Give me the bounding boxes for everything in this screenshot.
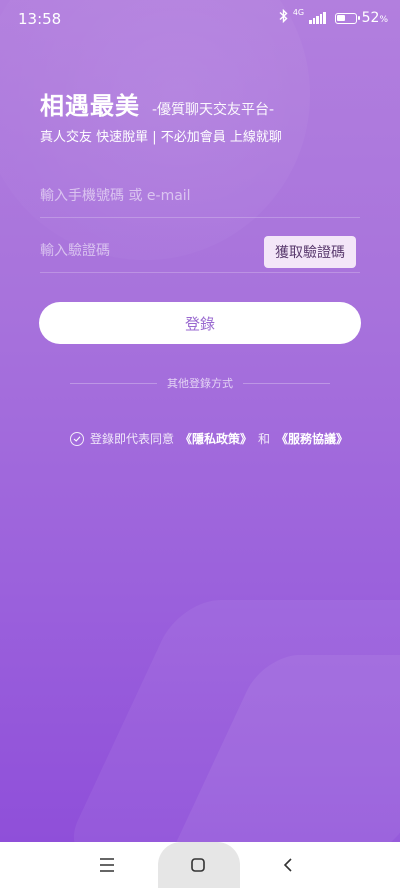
navigation-bar bbox=[0, 842, 400, 888]
login-screen: 13:58 4G 52% 相遇最美 -優質聊天交友平台- 真人交友 快速脫單 |… bbox=[0, 0, 400, 842]
divider-line bbox=[70, 382, 157, 384]
battery-fill bbox=[337, 15, 346, 21]
battery-icon bbox=[334, 12, 360, 24]
status-time: 13:58 bbox=[18, 10, 62, 28]
phone-email-field bbox=[40, 174, 360, 218]
other-login-divider: 其他登錄方式 bbox=[70, 375, 330, 391]
app-title: 相遇最美 bbox=[40, 92, 140, 120]
status-indicators: 4G 52% bbox=[279, 9, 388, 27]
phone-email-input[interactable] bbox=[40, 174, 360, 217]
back-chevron-icon[interactable] bbox=[280, 856, 300, 874]
network-type: 4G bbox=[292, 8, 305, 17]
agreement-and: 和 bbox=[258, 432, 271, 446]
agreement-row: 登錄即代表同意 《隱私政策》 和 《服務協議》 bbox=[70, 430, 348, 447]
battery-percent-value: 52 bbox=[361, 10, 380, 26]
status-bar: 13:58 4G 52% bbox=[0, 0, 400, 36]
tagline: 真人交友 快速脫單 | 不必加會員 上線就聊 bbox=[40, 130, 282, 145]
title-row: 相遇最美 -優質聊天交友平台- bbox=[40, 86, 274, 121]
other-login-label[interactable]: 其他登錄方式 bbox=[167, 375, 233, 391]
login-button[interactable]: 登錄 bbox=[39, 302, 361, 344]
signal-icon bbox=[309, 12, 326, 24]
get-code-button[interactable]: 獲取驗證碼 bbox=[264, 236, 356, 268]
app-subtitle: -優質聊天交友平台- bbox=[152, 102, 275, 118]
agreement-prefix: 登錄即代表同意 bbox=[90, 432, 175, 446]
check-circle-icon[interactable] bbox=[70, 431, 84, 446]
terms-of-service-link[interactable]: 《服務協議》 bbox=[276, 430, 348, 447]
menu-icon[interactable] bbox=[99, 856, 119, 874]
battery-percent: 52% bbox=[362, 10, 388, 26]
verification-code-field: 獲取驗證碼 bbox=[40, 229, 360, 273]
divider-line bbox=[243, 382, 330, 384]
home-square-icon[interactable] bbox=[189, 856, 209, 874]
battery-percent-unit: % bbox=[379, 15, 388, 25]
privacy-policy-link[interactable]: 《隱私政策》 bbox=[180, 430, 252, 447]
verification-code-input[interactable] bbox=[40, 229, 250, 272]
bluetooth-icon bbox=[279, 8, 288, 27]
